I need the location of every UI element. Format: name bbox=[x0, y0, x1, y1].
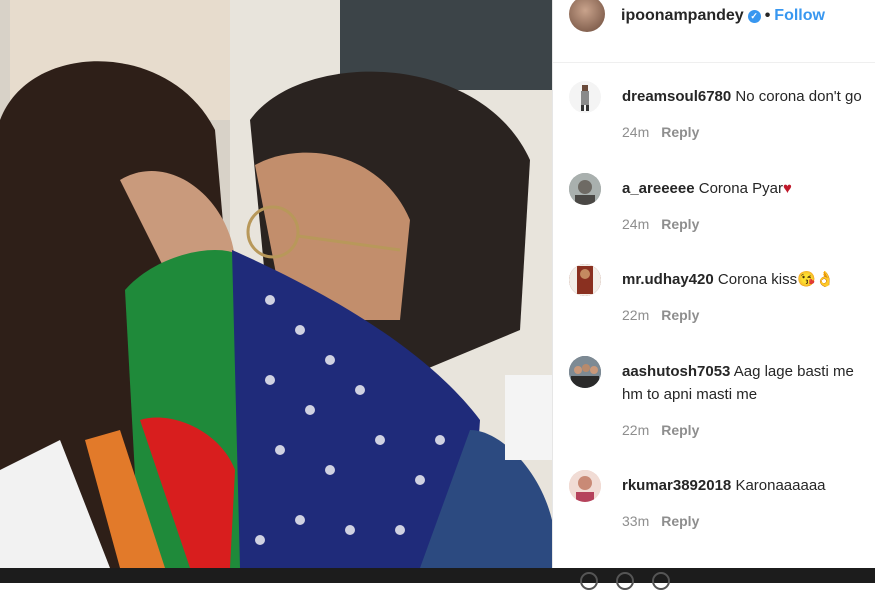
post-photo[interactable] bbox=[0, 0, 552, 568]
comment-text: rkumar3892018 Karonaaaaaa bbox=[622, 474, 872, 497]
comment-time: 33m bbox=[622, 513, 650, 529]
comment-meta: 33m Reply bbox=[622, 513, 699, 529]
reply-button[interactable]: Reply bbox=[661, 422, 699, 438]
post-header: ipoonampandey ✓ • Follow bbox=[553, 0, 875, 63]
like-icon[interactable] bbox=[580, 572, 598, 590]
comment-meta: 24m Reply bbox=[622, 216, 699, 232]
commenter-avatar[interactable] bbox=[569, 81, 601, 113]
comment-text: dreamsoul6780 No corona don't go bbox=[622, 85, 872, 108]
comment-meta: 22m Reply bbox=[622, 422, 699, 438]
poster-info: ipoonampandey ✓ • Follow bbox=[621, 7, 825, 25]
comment-body: No corona don't go bbox=[735, 88, 862, 105]
comment-time: 24m bbox=[622, 216, 650, 232]
comment-time: 22m bbox=[622, 422, 650, 438]
follow-button[interactable]: Follow bbox=[774, 7, 825, 24]
comments-panel: ipoonampandey ✓ • Follow dreamsoul6780 No c… bbox=[553, 0, 875, 568]
reply-button[interactable]: Reply bbox=[661, 216, 699, 232]
commenter-avatar[interactable] bbox=[569, 173, 601, 205]
heart-emoji-icon: ♥ bbox=[782, 180, 792, 197]
comment-meta: 24m Reply bbox=[622, 124, 699, 140]
commenter-username[interactable]: dreamsoul6780 bbox=[622, 88, 731, 105]
commenter-avatar[interactable] bbox=[569, 470, 601, 502]
kiss-emoji-icon: 😘👌 bbox=[797, 271, 835, 288]
commenter-avatar[interactable] bbox=[569, 264, 601, 296]
reply-button[interactable]: Reply bbox=[661, 307, 699, 323]
verified-badge-icon: ✓ bbox=[747, 10, 761, 23]
comment-text: aashutosh7053 Aag lage basti me hm to ap… bbox=[622, 360, 872, 406]
poster-avatar[interactable] bbox=[569, 0, 605, 32]
comment-icon[interactable] bbox=[616, 572, 634, 590]
commenter-username[interactable]: a_areeeee bbox=[622, 180, 695, 197]
comment-meta: 22m Reply bbox=[622, 307, 699, 323]
reply-button[interactable]: Reply bbox=[661, 124, 699, 140]
couple-masked-kiss-image bbox=[0, 0, 552, 568]
commenter-avatar[interactable] bbox=[569, 356, 601, 388]
commenter-username[interactable]: aashutosh7053 bbox=[622, 363, 730, 380]
comment-body: Karonaaaaaa bbox=[735, 477, 826, 494]
comment-body: Corona kiss bbox=[717, 271, 798, 288]
reply-button[interactable]: Reply bbox=[661, 513, 699, 529]
share-icon[interactable] bbox=[652, 572, 670, 590]
poster-username[interactable]: ipoonampandey bbox=[621, 7, 744, 24]
comment-body: Corona Pyar bbox=[698, 180, 783, 197]
commenter-username[interactable]: mr.udhay420 bbox=[622, 271, 714, 288]
commenter-username[interactable]: rkumar3892018 bbox=[622, 477, 731, 494]
comment-text: mr.udhay420 Corona kiss😘👌 bbox=[622, 268, 872, 291]
separator-dot: • bbox=[764, 7, 771, 24]
action-bar bbox=[0, 568, 875, 590]
comment-text: a_areeeee Corona Pyar♥ bbox=[622, 177, 872, 200]
comment-time: 22m bbox=[622, 307, 650, 323]
comment-time: 24m bbox=[622, 124, 650, 140]
